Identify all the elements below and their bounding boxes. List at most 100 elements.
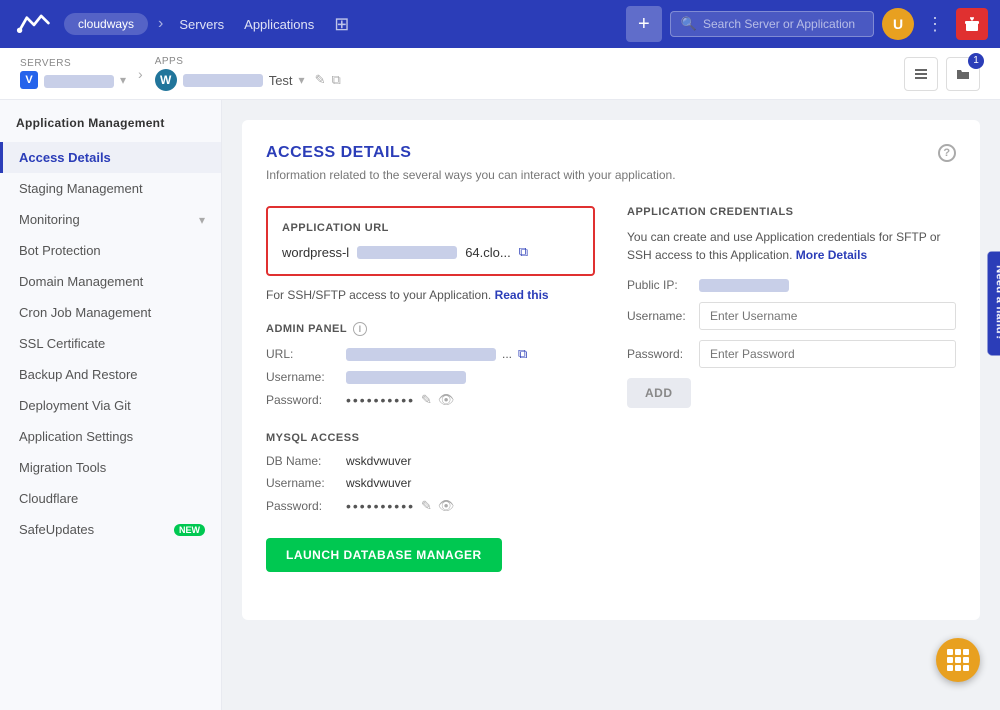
app-url-value: wordpress-l 64.clo... ⧉	[282, 244, 579, 260]
launch-database-manager-button[interactable]: LAUNCH DATABASE MANAGER	[266, 538, 502, 572]
edit-icon[interactable]: ✎	[315, 72, 326, 88]
apps-label: Apps	[155, 56, 341, 67]
sidebar-item-label: SafeUpdates	[19, 522, 94, 537]
admin-url-external-link-icon[interactable]: ⧉	[518, 346, 527, 362]
sidebar-item-cloudflare[interactable]: Cloudflare	[0, 483, 221, 514]
url-prefix: wordpress-l	[282, 245, 349, 260]
brand-label[interactable]: cloudways	[64, 13, 148, 35]
more-options-icon[interactable]: ⋮	[922, 14, 948, 35]
app-name	[183, 74, 263, 87]
app-credentials-description: You can create and use Application crede…	[627, 228, 956, 264]
sidebar-item-application-settings[interactable]: Application Settings	[0, 421, 221, 452]
mysql-edit-password-icon[interactable]: ✎	[421, 498, 432, 514]
creds-username-label: Username:	[627, 309, 691, 323]
mysql-password-row: Password: •••••••••• ✎ 👁	[266, 498, 595, 514]
left-column: APPLICATION URL wordpress-l 64.clo... ⧉ …	[266, 206, 595, 572]
sidebar-item-migration-tools[interactable]: Migration Tools	[0, 452, 221, 483]
admin-url-label: URL:	[266, 347, 338, 361]
mysql-password-label: Password:	[266, 499, 338, 513]
sidebar-item-label: Staging Management	[19, 181, 143, 196]
user-avatar[interactable]: U	[882, 8, 914, 40]
sidebar-item-bot-protection[interactable]: Bot Protection	[0, 235, 221, 266]
mysql-show-password-icon[interactable]: 👁	[438, 498, 455, 514]
logo[interactable]	[12, 6, 56, 42]
applications-nav-link[interactable]: Applications	[234, 17, 324, 32]
url-blurred	[357, 246, 457, 259]
nav-arrow-icon: ›	[158, 15, 163, 33]
page-description: Information related to the several ways …	[266, 168, 956, 182]
read-this-link[interactable]: Read this	[495, 288, 549, 302]
admin-password-dots: ••••••••••	[346, 392, 415, 408]
sidebar-item-label: Domain Management	[19, 274, 143, 289]
admin-password-row: Password: •••••••••• ✎ 👁	[266, 392, 595, 408]
mysql-access-section: MYSQL ACCESS DB Name: wskdvwuver Usernam…	[266, 432, 595, 572]
content-card: ACCESS DETAILS ? Information related to …	[242, 120, 980, 620]
need-help-panel[interactable]: Need a hand?	[988, 251, 1000, 355]
admin-username-row: Username:	[266, 370, 595, 384]
info-icon[interactable]: i	[353, 322, 367, 336]
app-dropdown-icon[interactable]: ▾	[299, 73, 305, 87]
sidebar-item-label: Cloudflare	[19, 491, 78, 506]
sidebar-item-safeupdates[interactable]: SafeUpdates NEW	[0, 514, 221, 545]
servers-nav-link[interactable]: Servers	[169, 17, 234, 32]
sidebar-item-label: Cron Job Management	[19, 305, 151, 320]
search-input[interactable]	[703, 17, 863, 31]
sidebar: Application Management Access Details St…	[0, 100, 222, 710]
grid-nav-icon[interactable]: ⊞	[324, 14, 359, 35]
more-details-link[interactable]: More Details	[796, 248, 867, 262]
admin-username-value	[346, 371, 595, 384]
gift-icon[interactable]	[956, 8, 988, 40]
mysql-username-value: wskdvwuver	[346, 476, 411, 490]
mysql-username-row: Username: wskdvwuver	[266, 476, 595, 490]
url-external-link-icon[interactable]: ⧉	[519, 244, 528, 260]
breadcrumb-actions: 1	[904, 57, 980, 91]
external-link-icon[interactable]: ⧉	[331, 72, 340, 88]
search-icon: 🔍	[681, 16, 697, 32]
creds-username-input[interactable]	[699, 302, 956, 330]
add-credentials-button[interactable]: ADD	[627, 378, 691, 408]
url-suffix: 64.clo...	[465, 245, 511, 260]
db-name-value: wskdvwuver	[346, 454, 411, 468]
sidebar-item-deployment-via-git[interactable]: Deployment Via Git	[0, 390, 221, 421]
fab-button[interactable]	[936, 638, 980, 682]
breadcrumb-separator-icon: ›	[138, 66, 143, 82]
admin-url-row: URL: ... ⧉	[266, 346, 595, 362]
folder-action-wrap: 1	[946, 57, 980, 91]
sidebar-item-monitoring[interactable]: Monitoring ▾	[0, 204, 221, 235]
sidebar-item-label: Migration Tools	[19, 460, 106, 475]
sidebar-item-label: Access Details	[19, 150, 111, 165]
sidebar-item-ssl-certificate[interactable]: SSL Certificate	[0, 328, 221, 359]
admin-password-value: •••••••••• ✎ 👁	[346, 392, 595, 408]
ssh-note: For SSH/SFTP access to your Application.…	[266, 288, 595, 302]
creds-password-input[interactable]	[699, 340, 956, 368]
admin-url-value: ... ⧉	[346, 346, 595, 362]
sidebar-item-backup-and-restore[interactable]: Backup And Restore	[0, 359, 221, 390]
chevron-down-icon: ▾	[199, 213, 205, 227]
sidebar-item-domain-management[interactable]: Domain Management	[0, 266, 221, 297]
sidebar-item-access-details[interactable]: Access Details	[0, 142, 221, 173]
search-box[interactable]: 🔍	[670, 11, 874, 37]
mysql-password-dots: ••••••••••	[346, 498, 415, 514]
breadcrumb: Servers ▾ › Apps W Test ▾ ✎ ⧉ 1	[0, 48, 1000, 100]
application-url-box: APPLICATION URL wordpress-l 64.clo... ⧉	[266, 206, 595, 276]
server-dropdown-icon[interactable]: ▾	[120, 73, 126, 87]
mysql-username-label: Username:	[266, 476, 338, 490]
public-ip-blurred	[699, 279, 789, 292]
sidebar-item-staging-management[interactable]: Staging Management	[0, 173, 221, 204]
help-icon[interactable]: ?	[938, 144, 956, 162]
sidebar-item-label: Deployment Via Git	[19, 398, 131, 413]
sidebar-item-label: SSL Certificate	[19, 336, 105, 351]
list-view-button[interactable]	[904, 57, 938, 91]
servers-breadcrumb: Servers ▾	[20, 58, 126, 89]
sidebar-item-label: Backup And Restore	[19, 367, 138, 382]
sidebar-item-cron-job-management[interactable]: Cron Job Management	[0, 297, 221, 328]
sidebar-title: Application Management	[0, 116, 221, 142]
main-layout: Application Management Access Details St…	[0, 100, 1000, 710]
add-button[interactable]: +	[626, 6, 662, 42]
admin-url-blurred	[346, 348, 496, 361]
public-ip-label: Public IP:	[627, 278, 691, 292]
admin-password-label: Password:	[266, 393, 338, 407]
apps-breadcrumb: Apps W Test ▾ ✎ ⧉	[155, 56, 341, 91]
show-password-icon[interactable]: 👁	[438, 392, 455, 408]
edit-password-icon[interactable]: ✎	[421, 392, 432, 408]
